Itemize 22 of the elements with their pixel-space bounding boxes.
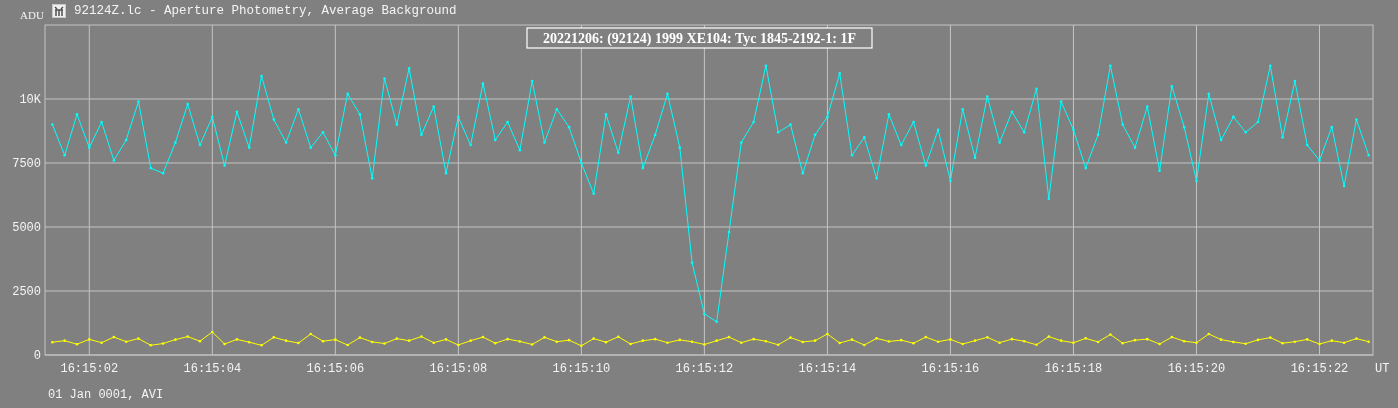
y-tick-label: 2500 (12, 285, 41, 299)
x-tick-label: 16:15:18 (1044, 362, 1103, 376)
x-tick-label: 16:15:14 (798, 362, 857, 376)
x-tick-label: 16:15:06 (306, 362, 365, 376)
x-tick-label: 16:15:08 (429, 362, 488, 376)
y-axis-label: ADU (20, 9, 44, 21)
y-tick-label: 7500 (12, 157, 41, 171)
window-title: 92124Z.lc - Aperture Photometry, Average Background (74, 4, 457, 18)
x-tick-label: 16:15:22 (1290, 362, 1349, 376)
x-tick-label: 16:15:12 (675, 362, 734, 376)
x-tick-label: 16:15:02 (60, 362, 119, 376)
x-tick-label: 16:15:16 (921, 362, 980, 376)
x-tick-label: 16:15:10 (552, 362, 611, 376)
y-tick-label: 10K (19, 93, 41, 107)
footer-text: 01 Jan 0001, AVI (48, 388, 164, 402)
y-tick-label: 5000 (12, 221, 41, 235)
x-tick-label: 16:15:20 (1167, 362, 1226, 376)
x-tick-label: 16:15:04 (183, 362, 242, 376)
y-tick-label: 0 (33, 349, 41, 363)
chart-title: 20221206: (92124) 1999 XE104: Tyc 1845-2192-1: 1F (526, 27, 873, 49)
x-axis-label: UT (1375, 362, 1390, 376)
chart-title: 20221206: (92124) 1999 XE104: Tyc 1845-2192-1: 1F (543, 31, 856, 47)
